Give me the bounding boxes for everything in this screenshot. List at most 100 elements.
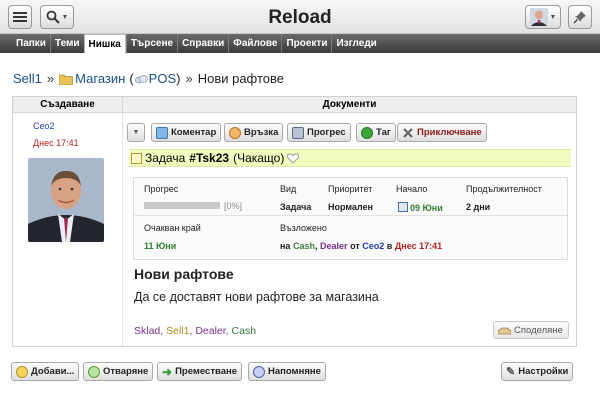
comment-icon bbox=[156, 126, 168, 139]
assigned-in-word: в bbox=[386, 241, 393, 251]
start-date: 09 Юни bbox=[410, 203, 443, 213]
tab-search[interactable]: Търсене bbox=[125, 34, 177, 53]
tag-link[interactable]: Sell1 bbox=[166, 325, 189, 337]
task-details: Прогрес [0%] Вид Задача Приоритет Нормал… bbox=[133, 177, 568, 260]
duration-label: Продължителност bbox=[466, 184, 542, 194]
avatar bbox=[529, 8, 548, 26]
progress-button[interactable]: Прогрес bbox=[287, 123, 351, 142]
add-button[interactable]: Добави... bbox=[11, 362, 80, 381]
chevron-down-icon: ▼ bbox=[549, 13, 557, 21]
task-header-bar: Задача #Tsk23 (Чакащо) bbox=[129, 149, 571, 167]
tab-reports[interactable]: Справки bbox=[177, 34, 228, 53]
task-description: Да се доставят нови рафтове за магазина bbox=[134, 290, 379, 304]
task-type: Задача bbox=[145, 151, 186, 165]
expected-end-label: Очакван край bbox=[144, 223, 201, 233]
progress-button-label: Прогрес bbox=[307, 127, 346, 138]
assignee-link[interactable]: Dealer bbox=[320, 241, 348, 251]
task-status: (Чакащо) bbox=[233, 151, 285, 165]
type-label: Вид bbox=[280, 184, 297, 194]
clock-icon bbox=[253, 365, 265, 378]
breadcrumb-current: Нови рафтове bbox=[197, 71, 284, 86]
creator-name[interactable]: Ceo2 bbox=[33, 121, 55, 131]
chevron-down-icon: ▼ bbox=[132, 129, 140, 136]
tag-list: Sklad, Sell1, Dealer, Cash bbox=[134, 325, 256, 337]
calendar-icon bbox=[398, 202, 408, 212]
tag-link[interactable]: Sklad bbox=[134, 325, 160, 337]
assigned-label: Възложено bbox=[280, 223, 327, 233]
settings-button[interactable]: ✎ Настройки bbox=[501, 362, 574, 381]
cloud-icon bbox=[134, 74, 148, 83]
task-id: #Tsk23 bbox=[189, 151, 230, 165]
remind-button-label: Напомняне bbox=[268, 366, 321, 377]
close-task-label: Приключване bbox=[417, 127, 482, 138]
link-button-label: Връзка bbox=[244, 127, 279, 138]
tab-projects[interactable]: Проекти bbox=[281, 34, 331, 53]
breadcrumb-separator: » bbox=[46, 71, 55, 86]
share-button[interactable]: Споделяне bbox=[493, 321, 569, 339]
progress-label: Прогрес bbox=[144, 184, 179, 194]
progress-icon bbox=[292, 126, 304, 139]
creator-column: Ceo2 Днес 17:41 bbox=[13, 113, 123, 346]
page-title: Reload bbox=[268, 7, 332, 28]
divider bbox=[134, 215, 567, 216]
start-label: Начало bbox=[396, 184, 428, 194]
close-icon bbox=[403, 127, 413, 138]
heart-icon[interactable] bbox=[287, 153, 300, 164]
star-icon bbox=[16, 365, 28, 378]
duration-value: 2 дни bbox=[466, 202, 491, 212]
progress-value: [0%] bbox=[224, 201, 243, 211]
assigned-value: на Cash, Dealer от Ceo2 в Днес 17:41 bbox=[280, 241, 442, 251]
breadcrumb-separator: » bbox=[185, 71, 193, 86]
comment-button[interactable]: Коментар bbox=[151, 123, 222, 142]
separator: , bbox=[160, 325, 164, 337]
tab-files[interactable]: Файлове bbox=[228, 34, 281, 53]
assignee-link[interactable]: Cash bbox=[293, 241, 315, 251]
tab-thread[interactable]: Нишка bbox=[83, 34, 126, 54]
move-button-label: Преместване bbox=[175, 366, 237, 377]
assigned-prefix: на bbox=[280, 241, 291, 251]
share-button-label: Споделяне bbox=[514, 324, 563, 336]
breadcrumb: Sell1 » Магазин ( POS ) » Нови рафтове bbox=[13, 71, 284, 86]
wrench-icon: ✎ bbox=[506, 366, 516, 378]
share-icon bbox=[498, 327, 511, 335]
actions-dropdown-button[interactable]: ▼ bbox=[127, 123, 145, 142]
arrow-right-icon: ➜ bbox=[162, 364, 173, 379]
tag-button[interactable]: Таг bbox=[356, 123, 396, 142]
expected-end-value: 11 Юни bbox=[144, 241, 177, 251]
task-icon bbox=[131, 152, 142, 164]
creator-time: Днес 17:41 bbox=[33, 138, 79, 148]
open-button-label: Отваряне bbox=[103, 366, 149, 377]
assigner-link[interactable]: Ceo2 bbox=[362, 241, 384, 251]
separator: , bbox=[189, 325, 193, 337]
breadcrumb-pos[interactable]: POS bbox=[149, 71, 176, 86]
comment-button-label: Коментар bbox=[171, 127, 217, 138]
remind-button[interactable]: Напомняне bbox=[248, 362, 326, 381]
priority-label: Приоритет bbox=[328, 184, 373, 194]
thread-panel: Създаване Документи Ceo2 Днес 17:41 ▼ Ко… bbox=[12, 96, 577, 347]
tab-views[interactable]: Изгледи bbox=[331, 34, 380, 53]
settings-button-label: Настройки bbox=[518, 366, 569, 377]
open-button[interactable]: Отваряне bbox=[83, 362, 154, 381]
column-header-created: Създаване bbox=[13, 97, 123, 113]
main-nav: Папки Теми Нишка Търсене Справки Файлове… bbox=[0, 34, 600, 54]
tag-icon bbox=[361, 126, 373, 139]
top-header: ▼ Reload ▼ bbox=[0, 0, 600, 34]
tag-link[interactable]: Cash bbox=[232, 325, 257, 337]
tag-link[interactable]: Dealer bbox=[195, 325, 225, 337]
bulb-icon bbox=[88, 365, 100, 378]
pushpin-icon bbox=[573, 11, 586, 24]
tab-topics[interactable]: Теми bbox=[49, 34, 84, 53]
tab-folders[interactable]: Папки bbox=[12, 34, 50, 53]
breadcrumb-folder[interactable]: Магазин bbox=[75, 71, 125, 86]
breadcrumb-paren-open: ( bbox=[129, 71, 134, 86]
link-button[interactable]: Връзка bbox=[224, 123, 284, 142]
separator: , bbox=[314, 241, 318, 251]
close-task-button[interactable]: Приключване bbox=[397, 123, 487, 142]
link-icon bbox=[229, 126, 241, 139]
move-button[interactable]: ➜ Преместване bbox=[157, 362, 242, 381]
user-menu-button[interactable]: ▼ bbox=[525, 5, 561, 29]
pin-button[interactable] bbox=[568, 5, 592, 29]
column-header-documents: Документи bbox=[123, 97, 576, 113]
breadcrumb-root[interactable]: Sell1 bbox=[13, 71, 42, 86]
breadcrumb-paren-close: ) bbox=[176, 71, 181, 86]
